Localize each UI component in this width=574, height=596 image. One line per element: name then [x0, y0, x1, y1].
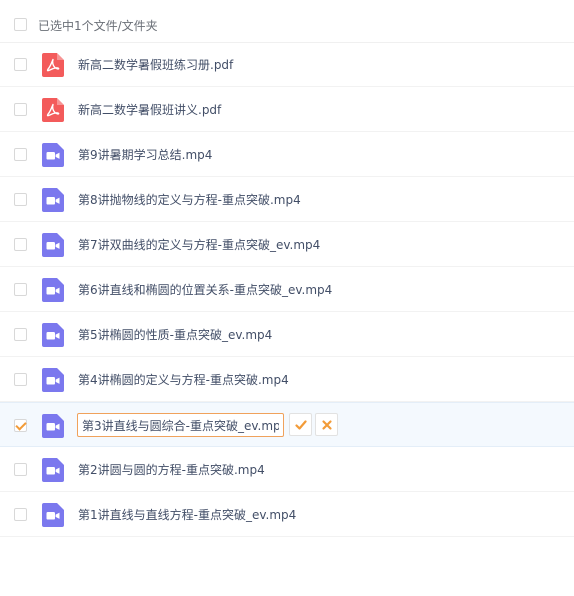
cancel-rename-button[interactable]	[315, 413, 338, 436]
row-checkbox[interactable]	[14, 148, 27, 161]
file-row[interactable]: 第2讲圆与圆的方程-重点突破.mp4	[0, 447, 574, 492]
file-row[interactable]: 第9讲暑期学习总结.mp4	[0, 132, 574, 177]
video-file-icon	[42, 368, 64, 392]
video-file-icon	[42, 143, 64, 167]
file-name[interactable]: 新高二数学暑假班练习册.pdf	[78, 56, 233, 73]
row-checkbox[interactable]	[14, 328, 27, 341]
confirm-rename-button[interactable]	[289, 413, 312, 436]
file-row[interactable]: 第5讲椭圆的性质-重点突破_ev.mp4	[0, 312, 574, 357]
file-row[interactable]: 第8讲抛物线的定义与方程-重点突破.mp4	[0, 177, 574, 222]
file-name[interactable]: 第6讲直线和椭圆的位置关系-重点突破_ev.mp4	[78, 281, 332, 298]
row-checkbox[interactable]	[14, 58, 27, 71]
row-checkbox[interactable]	[14, 463, 27, 476]
video-file-icon	[42, 503, 64, 527]
row-checkbox[interactable]	[14, 373, 27, 386]
selection-header: 已选中1个文件/文件夹	[0, 7, 574, 43]
video-file-icon	[42, 414, 64, 438]
file-row[interactable]: 第7讲双曲线的定义与方程-重点突破_ev.mp4	[0, 222, 574, 267]
file-name[interactable]: 第9讲暑期学习总结.mp4	[78, 146, 212, 163]
video-file-icon	[42, 323, 64, 347]
check-icon	[295, 420, 307, 430]
file-row[interactable]: 第6讲直线和椭圆的位置关系-重点突破_ev.mp4	[0, 267, 574, 312]
file-name[interactable]: 第1讲直线与直线方程-重点突破_ev.mp4	[78, 506, 296, 523]
pdf-file-icon	[42, 53, 64, 77]
file-row[interactable]: 新高二数学暑假班讲义.pdf	[0, 87, 574, 132]
file-name[interactable]: 第4讲椭圆的定义与方程-重点突破.mp4	[78, 371, 289, 388]
video-file-icon	[42, 278, 64, 302]
file-name[interactable]: 第7讲双曲线的定义与方程-重点突破_ev.mp4	[78, 236, 320, 253]
file-row[interactable]: 第4讲椭圆的定义与方程-重点突破.mp4	[0, 357, 574, 402]
select-all-checkbox[interactable]	[14, 18, 27, 31]
video-file-icon	[42, 188, 64, 212]
rename-input[interactable]	[77, 413, 284, 437]
close-icon	[322, 420, 332, 430]
file-name[interactable]: 第8讲抛物线的定义与方程-重点突破.mp4	[78, 191, 301, 208]
video-file-icon	[42, 233, 64, 257]
video-file-icon	[42, 458, 64, 482]
selection-count-label: 已选中1个文件/文件夹	[38, 19, 158, 33]
pdf-file-icon	[42, 98, 64, 122]
file-name[interactable]: 第2讲圆与圆的方程-重点突破.mp4	[78, 461, 265, 478]
row-checkbox[interactable]	[14, 508, 27, 521]
row-checkbox[interactable]	[14, 283, 27, 296]
file-name[interactable]: 第5讲椭圆的性质-重点突破_ev.mp4	[78, 326, 272, 343]
row-checkbox[interactable]	[14, 238, 27, 251]
row-checkbox[interactable]	[14, 419, 27, 432]
file-row[interactable]: 新高二数学暑假班练习册.pdf	[0, 42, 574, 87]
row-checkbox[interactable]	[14, 193, 27, 206]
row-checkbox[interactable]	[14, 103, 27, 116]
file-row[interactable]: 第1讲直线与直线方程-重点突破_ev.mp4	[0, 492, 574, 537]
file-row[interactable]	[0, 402, 574, 447]
file-name[interactable]: 新高二数学暑假班讲义.pdf	[78, 101, 221, 118]
